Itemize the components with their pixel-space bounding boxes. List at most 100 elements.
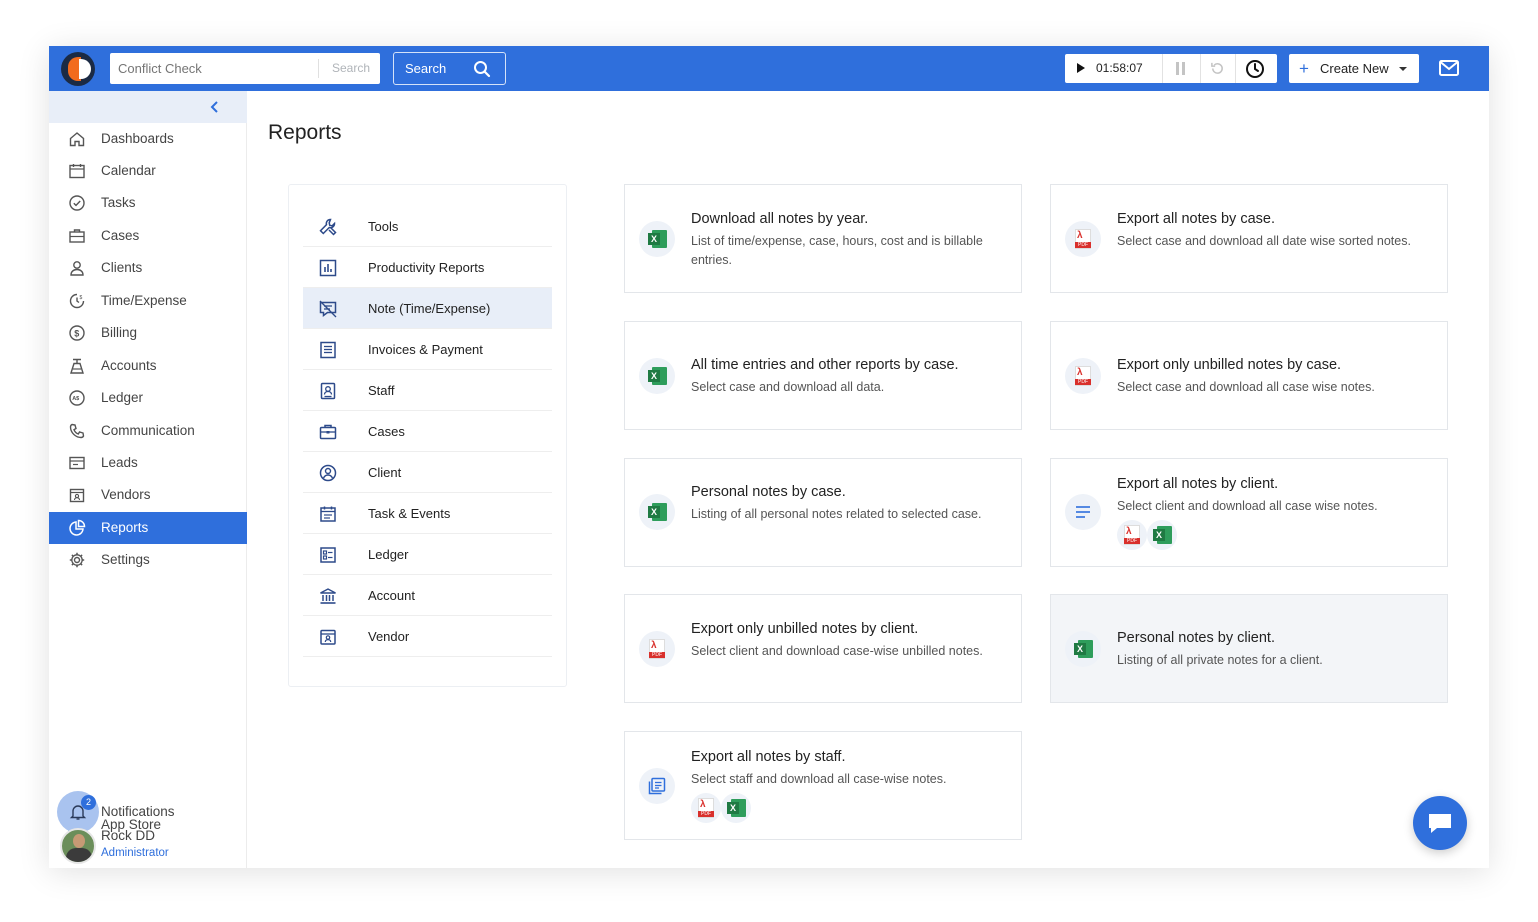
card-description: Select case and download all data. bbox=[691, 380, 885, 394]
report-card-notes-by-client[interactable]: Export all notes by client. Select clien… bbox=[1050, 458, 1448, 567]
search-button[interactable]: Search bbox=[393, 52, 506, 85]
sidebar-item-accounts[interactable]: Accounts bbox=[49, 350, 247, 382]
sidebar-item-tasks[interactable]: Tasks bbox=[49, 187, 247, 219]
sidebar-item-cases[interactable]: Cases bbox=[49, 220, 247, 252]
play-icon[interactable] bbox=[1077, 63, 1085, 73]
report-card-unbilled-by-case[interactable]: λ PDF Export only unbilled notes by case.… bbox=[1050, 321, 1448, 430]
report-card-notes-by-staff[interactable]: Export all notes by staff. Select staff … bbox=[624, 731, 1022, 840]
pdf-file-icon: λ PDF bbox=[1065, 358, 1101, 394]
sidebar-item-settings[interactable]: Settings bbox=[49, 544, 247, 576]
main-content: Reports Tools Productivity Reports Note … bbox=[248, 91, 1489, 868]
category-note-time-expense[interactable]: Note (Time/Expense) bbox=[303, 288, 552, 329]
report-categories-panel: Tools Productivity Reports Note (Time/Ex… bbox=[288, 184, 567, 687]
sidebar-item-ledger[interactable]: A$ Ledger bbox=[49, 382, 247, 414]
category-label: Cases bbox=[368, 424, 405, 439]
sidebar-item-label: Accounts bbox=[101, 358, 157, 373]
card-title: Export only unbilled notes by client. bbox=[691, 621, 919, 637]
vendors-icon bbox=[69, 488, 85, 503]
sidebar-item-label: Vendors bbox=[101, 487, 151, 502]
notification-count-badge: 2 bbox=[81, 795, 96, 810]
category-tools[interactable]: Tools bbox=[303, 206, 552, 247]
category-productivity-reports[interactable]: Productivity Reports bbox=[303, 247, 552, 288]
user-role: Administrator bbox=[101, 847, 169, 859]
category-vendor[interactable]: Vendor bbox=[303, 616, 552, 657]
report-card-time-entries-by-case[interactable]: X All time entries and other reports by … bbox=[624, 321, 1022, 430]
bank-icon bbox=[320, 588, 336, 604]
pdf-file-icon: λ PDF bbox=[1065, 221, 1101, 257]
chat-button[interactable] bbox=[1413, 796, 1467, 850]
category-staff[interactable]: Staff bbox=[303, 370, 552, 411]
app-logo[interactable] bbox=[61, 52, 95, 86]
time-expense-icon: $ bbox=[69, 293, 85, 309]
pdf-download-icon[interactable]: λ PDF bbox=[1117, 520, 1147, 550]
dollar-circle-icon: $ bbox=[69, 325, 85, 341]
card-title: Personal notes by case. bbox=[691, 484, 846, 500]
card-title: Export all notes by case. bbox=[1117, 211, 1275, 227]
mail-icon[interactable] bbox=[1439, 60, 1459, 76]
chevron-left-icon[interactable] bbox=[208, 100, 220, 114]
pause-icon[interactable] bbox=[1175, 62, 1187, 75]
sidebar-item-label: Settings bbox=[101, 552, 150, 567]
conflict-check-search-button[interactable]: Search bbox=[322, 53, 380, 84]
notifications-label[interactable]: Notifications bbox=[101, 804, 175, 819]
sidebar-item-reports[interactable]: Reports bbox=[49, 512, 247, 544]
report-card-notes-by-case[interactable]: λ PDF Export all notes by case. Select ca… bbox=[1050, 184, 1448, 293]
sidebar-item-leads[interactable]: Leads bbox=[49, 447, 247, 479]
category-label: Vendor bbox=[368, 629, 410, 644]
sidebar-item-calendar[interactable]: Calendar bbox=[49, 155, 247, 187]
sidebar-item-vendors[interactable]: Vendors bbox=[49, 479, 247, 511]
notifications-button[interactable]: 2 bbox=[57, 791, 99, 833]
chat-bubble-icon bbox=[1429, 814, 1451, 833]
wrench-icon bbox=[319, 218, 337, 236]
category-account[interactable]: Account bbox=[303, 575, 552, 616]
sidebar-item-time-expense[interactable]: $ Time/Expense bbox=[49, 285, 247, 317]
create-new-button[interactable]: + Create New bbox=[1289, 54, 1419, 83]
report-card-notes-by-year[interactable]: X Download all notes by year. List of ti… bbox=[624, 184, 1022, 293]
card-title: Export all notes by client. bbox=[1117, 476, 1279, 492]
sidebar: Dashboards Calendar Tasks Cases Clients … bbox=[49, 91, 247, 868]
category-cases[interactable]: Cases bbox=[303, 411, 552, 452]
report-card-personal-notes-by-client[interactable]: X Personal notes by client. Listing of a… bbox=[1050, 594, 1448, 703]
category-ledger[interactable]: Ledger bbox=[303, 534, 552, 575]
card-description: Select staff and download all case-wise … bbox=[691, 772, 947, 786]
search-button-label: Search bbox=[405, 61, 447, 76]
reports-pie-icon bbox=[69, 519, 86, 536]
category-task-events[interactable]: Task & Events bbox=[303, 493, 552, 534]
sidebar-item-clients[interactable]: Clients bbox=[49, 252, 247, 284]
briefcase-icon bbox=[319, 424, 337, 440]
excel-download-icon[interactable]: X bbox=[721, 793, 751, 823]
top-bar: Search Search 01:58:07 + Create New bbox=[49, 46, 1489, 91]
sidebar-item-label: Calendar bbox=[101, 163, 156, 178]
user-name[interactable]: Rock DD bbox=[101, 828, 155, 843]
pdf-download-icon[interactable]: λ PDF bbox=[691, 793, 721, 823]
category-client[interactable]: Client bbox=[303, 452, 552, 493]
svg-text:$: $ bbox=[80, 295, 83, 301]
excel-file-icon: X bbox=[1065, 631, 1101, 667]
clock-icon[interactable] bbox=[1245, 59, 1265, 79]
card-description: Select case and download all case wise n… bbox=[1117, 380, 1375, 394]
excel-file-icon: X bbox=[639, 221, 675, 257]
category-label: Tools bbox=[368, 219, 399, 234]
category-label: Invoices & Payment bbox=[368, 342, 483, 357]
excel-download-icon[interactable]: X bbox=[1147, 520, 1177, 550]
category-invoices-payment[interactable]: Invoices & Payment bbox=[303, 329, 552, 370]
sidebar-item-dashboards[interactable]: Dashboards bbox=[49, 123, 247, 155]
conflict-check-input[interactable] bbox=[110, 53, 318, 84]
phone-icon bbox=[69, 423, 85, 439]
card-description: Listing of all personal notes related to… bbox=[691, 507, 982, 521]
staff-badge-icon bbox=[320, 382, 336, 400]
card-description: Listing of all private notes for a clien… bbox=[1117, 653, 1323, 667]
report-card-personal-notes-by-case[interactable]: X Personal notes by case. Listing of all… bbox=[624, 458, 1022, 567]
report-card-unbilled-by-client[interactable]: λ PDF Export only unbilled notes by clien… bbox=[624, 594, 1022, 703]
card-title: Export only unbilled notes by case. bbox=[1117, 357, 1342, 373]
sidebar-item-billing[interactable]: $ Billing bbox=[49, 317, 247, 349]
avatar[interactable] bbox=[60, 828, 96, 864]
sidebar-item-communication[interactable]: Communication bbox=[49, 415, 247, 447]
category-label: Task & Events bbox=[368, 506, 451, 521]
leads-icon bbox=[69, 456, 85, 470]
vendor-calendar-icon bbox=[320, 629, 336, 645]
search-icon bbox=[474, 61, 491, 78]
reset-icon[interactable] bbox=[1210, 61, 1225, 76]
briefcase-icon bbox=[69, 229, 85, 243]
excel-file-icon: X bbox=[639, 494, 675, 530]
